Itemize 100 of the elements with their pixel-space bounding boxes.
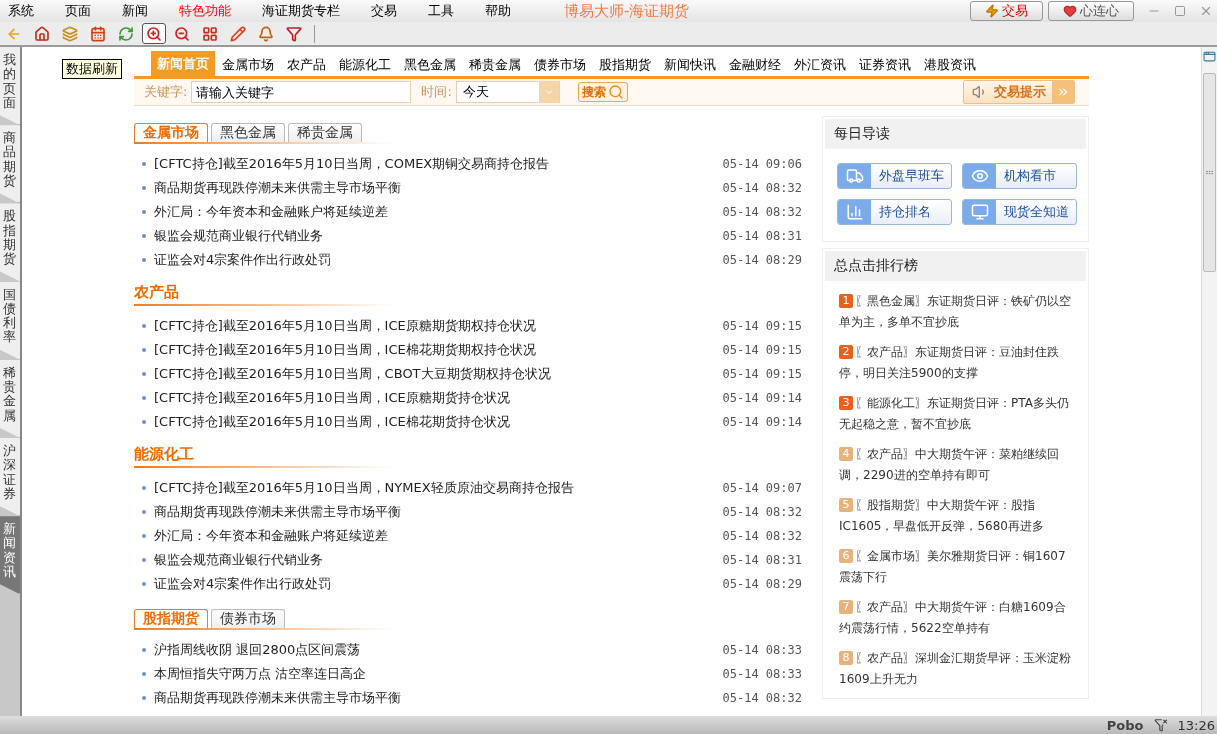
keyword-input[interactable]: 请输入关键字: [191, 81, 412, 104]
sidebar-tab[interactable]: 商品期货: [0, 125, 20, 204]
trade-button[interactable]: 交易: [970, 1, 1043, 21]
news-time: 05-14 08:32: [722, 505, 802, 519]
sidebar-tab[interactable]: 我的页面: [0, 47, 20, 126]
news-link[interactable]: 商品期货再现跌停潮未来供需主导市场平衡: [154, 689, 723, 707]
bell-icon: [258, 25, 274, 42]
section-tab[interactable]: 稀贵金属: [288, 123, 362, 142]
guide-button[interactable]: 持仓排名: [837, 199, 952, 225]
news-link[interactable]: 本周恒指失守两万点 沽空率连日高企: [154, 665, 723, 683]
news-time: 05-14 09:15: [722, 343, 802, 357]
bullet-icon: [142, 696, 146, 700]
zoom-out-icon: [174, 25, 190, 42]
news-link[interactable]: 沪指周线收阴 退回2800点区间震荡: [154, 641, 723, 659]
menu-item[interactable]: 新闻: [114, 2, 157, 20]
sidebar-tab[interactable]: 国债利率: [0, 281, 20, 360]
window-icon[interactable]: [1203, 50, 1216, 63]
ranking-link[interactable]: 2 〖农产品〗东证期货日评：豆油封住跌停，明日关注5900的支撑: [839, 342, 1074, 384]
news-link[interactable]: [CFTC持仓]截至2016年5月10日当周，COMEX期铜交易商持仓报告: [154, 155, 723, 173]
ranking-link[interactable]: 5 〖股指期货〗中大期货午评：股指IC1605，早盘低开反弹，5680再进多: [839, 495, 1074, 537]
news-link[interactable]: 外汇局：今年资本和金融账户将延续逆差: [154, 527, 723, 545]
pen-icon: [230, 25, 246, 42]
news-link[interactable]: 证监会对4宗案件作出行政处罚: [154, 575, 723, 593]
windows-icon: [202, 25, 218, 42]
ranking-link[interactable]: 4 〖农产品〗中大期货午评：菜粕继续回调，2290进的空单持有即可: [839, 444, 1074, 486]
ranking-link[interactable]: 8 〖农产品〗深圳金汇期货早评：玉米淀粉1609上升无力: [839, 648, 1074, 690]
nav-tab[interactable]: 港股资讯: [918, 54, 982, 77]
bar-chart-icon: [838, 200, 871, 224]
news-time: 05-14 08:33: [722, 667, 802, 681]
ranking-link[interactable]: 6 〖金属市场〗美尔雅期货日评：铜1607震荡下行: [839, 546, 1074, 588]
monitor-icon: [963, 200, 996, 224]
news-time: 05-14 09:14: [722, 415, 802, 429]
news-link[interactable]: [CFTC持仓]截至2016年5月10日当周，ICE原糖期货期权持仓状况: [154, 317, 723, 335]
menu-item[interactable]: 交易: [363, 2, 406, 20]
zoom-in-button[interactable]: [142, 23, 166, 44]
nav-tab[interactable]: 外汇资讯: [788, 54, 852, 77]
bullet-icon: [142, 396, 146, 400]
rank-badge: 4: [839, 447, 853, 461]
stack-icon: [62, 25, 78, 42]
nav-tab[interactable]: 金属市场: [216, 54, 280, 77]
menu-item[interactable]: 系统: [0, 2, 43, 20]
news-time: 05-14 08:32: [722, 181, 802, 195]
nav-tab[interactable]: 能源化工: [333, 54, 397, 77]
menu-item[interactable]: 工具: [420, 2, 463, 20]
news-link[interactable]: 银监会规范商业银行代销业务: [154, 227, 723, 245]
news-link[interactable]: 银监会规范商业银行代销业务: [154, 551, 723, 569]
nav-tab[interactable]: 黑色金属: [398, 54, 462, 77]
bullet-icon: [142, 648, 146, 652]
menu-item[interactable]: 帮助: [477, 2, 520, 20]
section-tab[interactable]: 债券市场: [211, 609, 285, 628]
news-link[interactable]: 商品期货再现跌停潮未来供需主导市场平衡: [154, 179, 723, 197]
news-link[interactable]: [CFTC持仓]截至2016年5月10日当周，ICE原糖期货持仓状况: [154, 389, 723, 407]
truck-icon: [838, 164, 871, 188]
bullet-icon: [142, 510, 146, 514]
nav-tab[interactable]: 债券市场: [528, 54, 592, 77]
sidebar-tab[interactable]: 稀贵金属: [0, 359, 20, 438]
panel-title: 每日导读: [825, 119, 1086, 149]
news-link[interactable]: [CFTC持仓]截至2016年5月10日当周，CBOT大豆期货期权持仓状况: [154, 365, 723, 383]
window-title: 博易大师-海证期货: [564, 1, 691, 21]
nav-tab[interactable]: 新闻快讯: [658, 54, 722, 77]
nav-tab[interactable]: 金融财经: [723, 54, 787, 77]
filter-icon: [286, 25, 302, 42]
news-time: 05-14 08:31: [722, 553, 802, 567]
menu-item[interactable]: 特色功能: [171, 2, 240, 20]
menu-item[interactable]: 海证期货专栏: [254, 2, 349, 20]
bullet-icon: [142, 372, 146, 376]
nav-tab[interactable]: 股指期货: [593, 54, 657, 77]
bullet-icon: [142, 162, 146, 166]
bullet-icon: [142, 186, 146, 190]
ranking-link[interactable]: 1 〖黑色金属〗东证期货日评：铁矿仍以空单为主，多单不宜抄底: [839, 291, 1074, 333]
time-select[interactable]: 今天: [455, 81, 560, 104]
bullet-icon: [142, 672, 146, 676]
news-link[interactable]: 商品期货再现跌停潮未来供需主导市场平衡: [154, 503, 723, 521]
menu-item[interactable]: 页面: [57, 2, 100, 20]
rank-badge: 7: [839, 600, 853, 614]
sidebar-tab[interactable]: 沪深证券: [0, 437, 20, 517]
rank-badge: 6: [839, 549, 853, 563]
news-link[interactable]: [CFTC持仓]截至2016年5月10日当周，ICE棉花期货期权持仓状况: [154, 341, 723, 359]
news-link[interactable]: 外汇局：今年资本和金融账户将延续逆差: [154, 203, 723, 221]
sidebar-tab[interactable]: 股指期货: [0, 203, 20, 282]
guide-button[interactable]: 外盘早班车: [837, 163, 952, 189]
filter-clear-icon[interactable]: [1153, 718, 1168, 732]
ranking-link[interactable]: 7 〖农产品〗中大期货午评：白糖1609合约震荡行情，5622空单持有: [839, 597, 1074, 639]
nav-tab[interactable]: 证券资讯: [853, 54, 917, 77]
brand-label: Pobo: [1106, 717, 1144, 733]
nav-tab[interactable]: 稀贵金属: [463, 54, 527, 77]
heart-icon: [1063, 4, 1077, 18]
news-time: 05-14 08:33: [722, 643, 802, 657]
scrollbar-thumb[interactable]: [1203, 73, 1216, 272]
guide-button[interactable]: 现货全知道: [962, 199, 1077, 225]
section-tab[interactable]: 黑色金属: [211, 123, 285, 142]
sidebar-tab[interactable]: 新闻资讯: [0, 516, 20, 595]
news-link[interactable]: [CFTC持仓]截至2016年5月10日当周，NYMEX轻质原油交易商持仓报告: [154, 479, 723, 497]
news-link[interactable]: 证监会对4宗案件作出行政处罚: [154, 251, 723, 269]
news-link[interactable]: [CFTC持仓]截至2016年5月10日当周，ICE棉花期货持仓状况: [154, 413, 723, 431]
nav-tab[interactable]: 农产品: [281, 54, 332, 77]
heart-button[interactable]: 心连心: [1048, 1, 1134, 21]
ranking-link[interactable]: 3 〖能源化工〗东证期货日评：PTA多头仍无起稳之意，暂不宜抄底: [839, 393, 1074, 435]
clock-time: 13:26: [1177, 717, 1215, 733]
guide-button[interactable]: 机构看市: [962, 163, 1077, 189]
